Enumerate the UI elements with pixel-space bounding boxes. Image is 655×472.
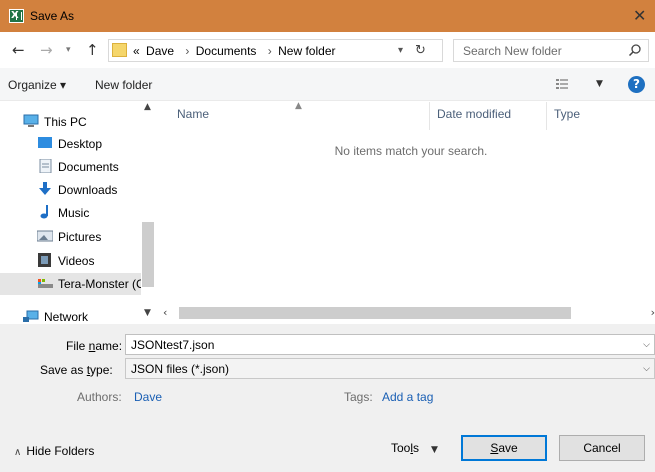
nav-item-videos[interactable]: Videos [0, 250, 141, 272]
column-header-date-modified[interactable]: Date modified [437, 107, 511, 121]
breadcrumb-dave[interactable]: Dave [146, 44, 174, 58]
column-header-type[interactable]: Type [554, 107, 580, 121]
nav-item-desktop[interactable]: Desktop [0, 133, 141, 155]
pictures-icon [37, 230, 53, 242]
network-icon [23, 310, 39, 322]
save-as-type-dropdown-icon[interactable]: ⌵ [643, 362, 650, 376]
scroll-left-icon[interactable]: ‹ [163, 306, 167, 319]
save-as-type-select[interactable]: JSON files (*.json) ⌵ [125, 358, 655, 379]
new-folder-button[interactable]: New folder [95, 78, 152, 92]
tools-dropdown-icon[interactable]: ▼ [431, 445, 438, 455]
documents-icon [39, 159, 52, 173]
nav-item-this-pc[interactable]: This PC [0, 111, 141, 133]
up-arrow-icon[interactable]: ↑ [86, 41, 99, 59]
organize-menu[interactable]: Organize ▾ [8, 78, 66, 92]
drive-icon [38, 279, 53, 288]
excel-app-icon [9, 9, 24, 23]
breadcrumb-overflow[interactable]: « [133, 44, 140, 58]
close-button[interactable]: ✕ [633, 0, 655, 32]
address-bar[interactable]: « Dave › Documents › New folder ▾ ↻ [108, 39, 443, 62]
authors-value[interactable]: Dave [134, 390, 162, 404]
authors-label: Authors: [77, 390, 122, 404]
cancel-button[interactable]: Cancel [559, 435, 645, 461]
file-name-input[interactable]: JSONtest7.json ⌵ [125, 334, 655, 355]
window-title: Save As [30, 9, 75, 23]
navigation-pane: This PC Desktop Documents Downloads Musi… [0, 101, 155, 324]
breadcrumb: « Dave › Documents › New folder [133, 44, 338, 58]
help-icon[interactable]: ? [628, 76, 645, 93]
desktop-icon [38, 137, 52, 148]
downloads-icon [39, 182, 51, 195]
nav-item-documents[interactable]: Documents [0, 156, 141, 178]
file-list[interactable]: ▲ Name Date modified Type No items match… [157, 101, 655, 304]
file-name-label: File name: [66, 339, 123, 353]
scroll-down-icon[interactable]: ▼ [144, 308, 151, 318]
breadcrumb-new-folder[interactable]: New folder [278, 44, 335, 58]
nav-pane-scrollbar[interactable]: ▲ ▼ [141, 101, 155, 324]
column-divider[interactable] [429, 102, 430, 130]
scroll-right-icon[interactable]: › [651, 306, 655, 319]
nav-item-downloads[interactable]: Downloads [0, 179, 141, 201]
sort-ascending-icon: ▲ [295, 101, 302, 111]
folder-icon [112, 43, 127, 57]
search-box[interactable]: Search New folder [453, 39, 649, 62]
command-bar: Organize ▾ New folder ▼ ? [0, 68, 655, 101]
music-icon [40, 205, 48, 219]
videos-icon [38, 253, 51, 267]
file-list-horizontal-scrollbar[interactable]: ‹ › [157, 304, 655, 321]
column-divider[interactable] [546, 102, 547, 130]
hide-folders-button[interactable]: ∧ Hide Folders [14, 444, 94, 459]
save-as-type-value[interactable]: JSON files (*.json) [131, 362, 229, 376]
nav-pane-scroll-thumb[interactable] [142, 222, 154, 287]
file-name-value[interactable]: JSONtest7.json [131, 338, 214, 352]
empty-message: No items match your search. [334, 144, 488, 158]
address-dropdown-icon[interactable]: ▾ [398, 43, 403, 59]
view-options-icon[interactable] [556, 79, 568, 89]
breadcrumb-separator-icon[interactable]: › [268, 44, 272, 58]
nav-item-tera-monster-drive[interactable]: Tera-Monster (C [0, 273, 145, 295]
breadcrumb-separator-icon[interactable]: › [185, 44, 189, 58]
column-header-name[interactable]: Name [177, 107, 209, 121]
horizontal-scroll-thumb[interactable] [179, 307, 571, 319]
search-icon[interactable] [628, 43, 642, 57]
add-tag-link[interactable]: Add a tag [382, 390, 433, 404]
address-row: ← → ▾ ↑ « Dave › Documents › New folder … [0, 32, 655, 68]
back-arrow-icon[interactable]: ← [12, 41, 25, 59]
forward-arrow-icon[interactable]: → [40, 41, 53, 59]
computer-icon [23, 114, 39, 127]
nav-item-music[interactable]: Music [0, 202, 141, 224]
nav-item-network[interactable]: Network [0, 306, 141, 324]
file-name-dropdown-icon[interactable]: ⌵ [643, 338, 650, 352]
recent-locations-chevron-icon[interactable]: ▾ [66, 41, 71, 59]
refresh-icon[interactable]: ↻ [415, 42, 426, 59]
breadcrumb-documents[interactable]: Documents [196, 44, 257, 58]
nav-item-pictures[interactable]: Pictures [0, 226, 141, 248]
view-dropdown-icon[interactable]: ▼ [596, 77, 603, 91]
chevron-up-icon: ∧ [14, 447, 22, 458]
save-as-type-label: Save as type: [40, 363, 113, 377]
tools-menu[interactable]: Tools ▼ [391, 441, 438, 456]
title-bar: Save As ✕ [0, 0, 655, 32]
save-button[interactable]: Save [461, 435, 547, 461]
tags-label: Tags: [344, 390, 373, 404]
scroll-up-icon[interactable]: ▲ [144, 102, 151, 112]
search-placeholder[interactable]: Search New folder [463, 44, 562, 58]
